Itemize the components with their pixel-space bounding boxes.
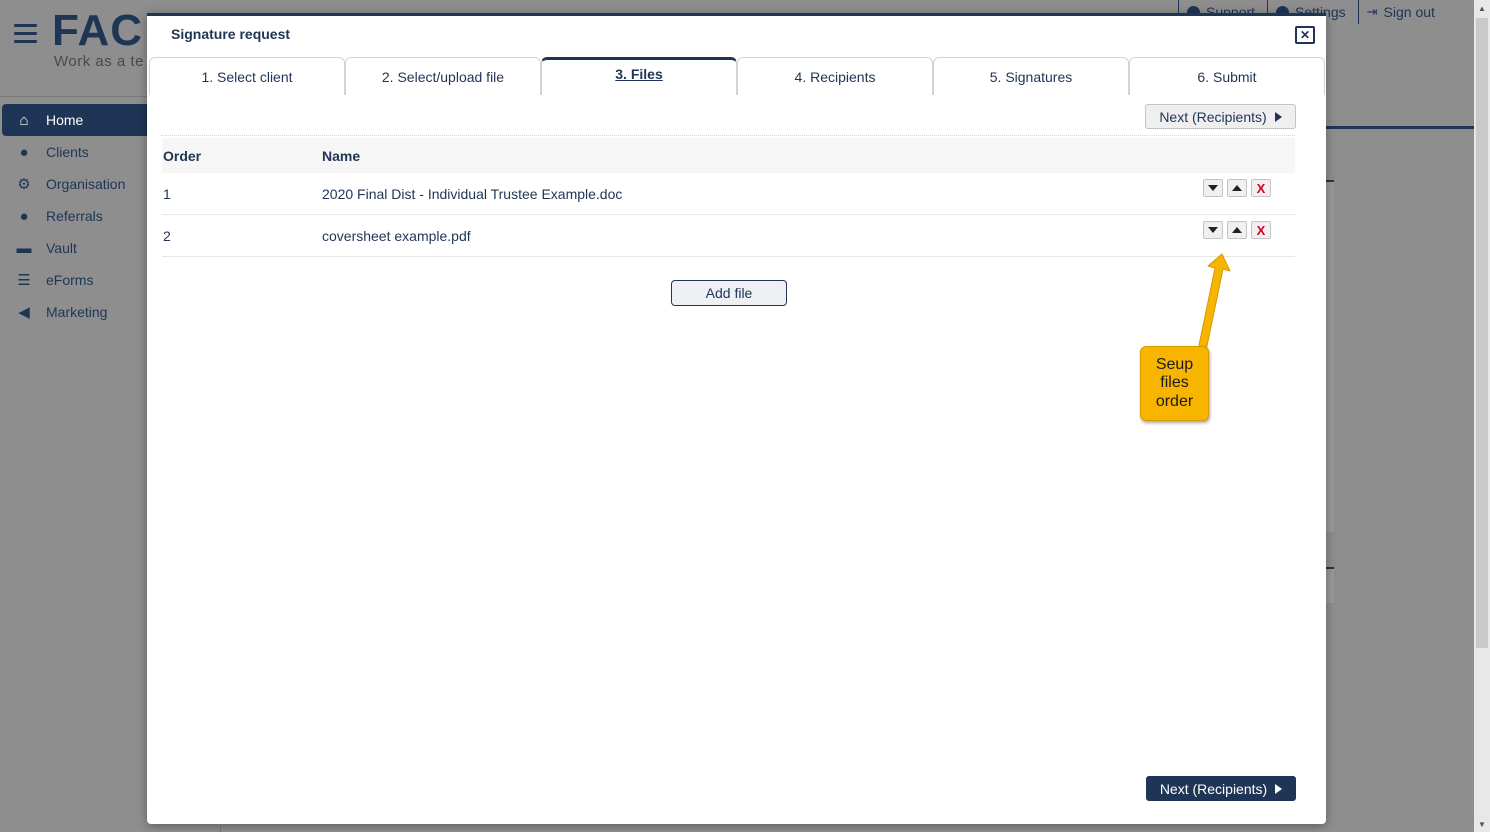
archive-icon: ▬	[16, 239, 32, 257]
sidebar-item-home[interactable]: ⌂ Home	[2, 104, 150, 136]
tab-select-upload-file[interactable]: 2. Select/upload file	[345, 57, 541, 95]
sidebar-item-organisation[interactable]: ⚙ Organisation	[2, 168, 150, 200]
header-accent-line	[1326, 126, 1474, 129]
header-divider	[0, 96, 150, 97]
add-file-button[interactable]: Add file	[671, 280, 787, 306]
column-header-order: Order	[163, 147, 202, 164]
list-icon: ☰	[17, 272, 31, 289]
sidebar: ⌂ Home ● Clients ⚙ Organisation ● Referr…	[2, 104, 150, 328]
file-name: 2020 Final Dist - Individual Trustee Exa…	[322, 185, 623, 202]
organisation-icon: ⚙	[17, 176, 31, 193]
delete-file-button[interactable]: X	[1251, 179, 1271, 197]
file-name: coversheet example.pdf	[322, 227, 471, 244]
table-row: 2 coversheet example.pdf X	[162, 215, 1295, 257]
row-actions: X	[1203, 179, 1271, 197]
page-scrollbar[interactable]: ▲ ▼	[1474, 0, 1490, 832]
arrow-up-icon	[1232, 185, 1242, 191]
arrow-up-icon	[1232, 227, 1242, 233]
background-panel	[1326, 180, 1334, 532]
sidebar-item-label: Clients	[46, 144, 89, 160]
files-table: Order Name 1 2020 Final Dist - Individua…	[162, 138, 1295, 257]
next-button-label: Next (Recipients)	[1159, 108, 1267, 125]
move-up-button[interactable]	[1227, 221, 1247, 239]
hamburger-menu-icon[interactable]	[14, 24, 37, 44]
next-recipients-button-top[interactable]: Next (Recipients)	[1145, 104, 1296, 129]
tab-files[interactable]: 3. Files	[541, 57, 737, 95]
dialog-title: Signature request	[171, 26, 291, 42]
caret-right-icon	[1275, 783, 1283, 794]
delete-icon: X	[1256, 180, 1266, 196]
sidebar-item-label: eForms	[46, 272, 94, 288]
sidebar-item-label: Home	[46, 112, 84, 128]
scroll-down-icon[interactable]: ▼	[1474, 816, 1490, 832]
tab-submit[interactable]: 6. Submit	[1129, 57, 1325, 95]
wizard-tabs: 1. Select client 2. Select/upload file 3…	[149, 57, 1325, 97]
app-logo-tagline: Work as a te	[54, 53, 144, 70]
scrollbar-thumb[interactable]	[1476, 18, 1488, 648]
tab-signatures[interactable]: 5. Signatures	[933, 57, 1129, 95]
annotation-callout: Seup files order	[1140, 346, 1209, 421]
divider	[161, 135, 1295, 136]
sign-out-link[interactable]: ⇥ Sign out	[1357, 0, 1447, 24]
background-table-edge	[220, 826, 1325, 832]
move-down-button[interactable]	[1203, 179, 1223, 197]
tab-select-client[interactable]: 1. Select client	[149, 57, 345, 95]
file-order: 2	[163, 227, 171, 244]
caret-right-icon	[1274, 111, 1282, 122]
sidebar-item-vault[interactable]: ▬ Vault	[2, 232, 150, 264]
arrow-down-icon	[1208, 185, 1218, 191]
megaphone-icon: ◀	[18, 304, 30, 321]
sidebar-item-clients[interactable]: ● Clients	[2, 136, 150, 168]
table-header: Order Name	[162, 138, 1295, 173]
home-icon: ⌂	[19, 111, 29, 129]
sign-out-icon: ⇥	[1366, 4, 1378, 19]
sidebar-item-label: Organisation	[46, 176, 126, 192]
sidebar-item-eforms[interactable]: ☰ eForms	[2, 264, 150, 296]
close-icon[interactable]: ✕	[1295, 26, 1315, 44]
next-button-label: Next (Recipients)	[1159, 780, 1268, 797]
move-up-button[interactable]	[1227, 179, 1247, 197]
referrals-icon: ●	[19, 207, 29, 225]
next-recipients-button-bottom[interactable]: Next (Recipients)	[1146, 776, 1296, 801]
delete-file-button[interactable]: X	[1251, 221, 1271, 239]
table-row: 1 2020 Final Dist - Individual Trustee E…	[162, 173, 1295, 215]
sidebar-item-label: Marketing	[46, 304, 108, 320]
delete-icon: X	[1256, 222, 1266, 238]
app-logo: FAC	[52, 6, 143, 55]
scroll-up-icon[interactable]: ▲	[1474, 0, 1490, 16]
users-icon: ●	[19, 143, 29, 161]
sidebar-item-referrals[interactable]: ● Referrals	[2, 200, 150, 232]
sidebar-item-label: Referrals	[46, 208, 103, 224]
row-actions: X	[1203, 221, 1271, 239]
sidebar-item-label: Vault	[46, 240, 77, 256]
column-header-name: Name	[322, 147, 361, 164]
sign-out-link-label: Sign out	[1383, 4, 1435, 20]
sidebar-item-marketing[interactable]: ◀ Marketing	[2, 296, 150, 328]
file-order: 1	[163, 185, 171, 202]
arrow-down-icon	[1208, 227, 1218, 233]
tab-recipients[interactable]: 4. Recipients	[737, 57, 933, 95]
move-down-button[interactable]	[1203, 221, 1223, 239]
background-panel	[1326, 567, 1334, 603]
